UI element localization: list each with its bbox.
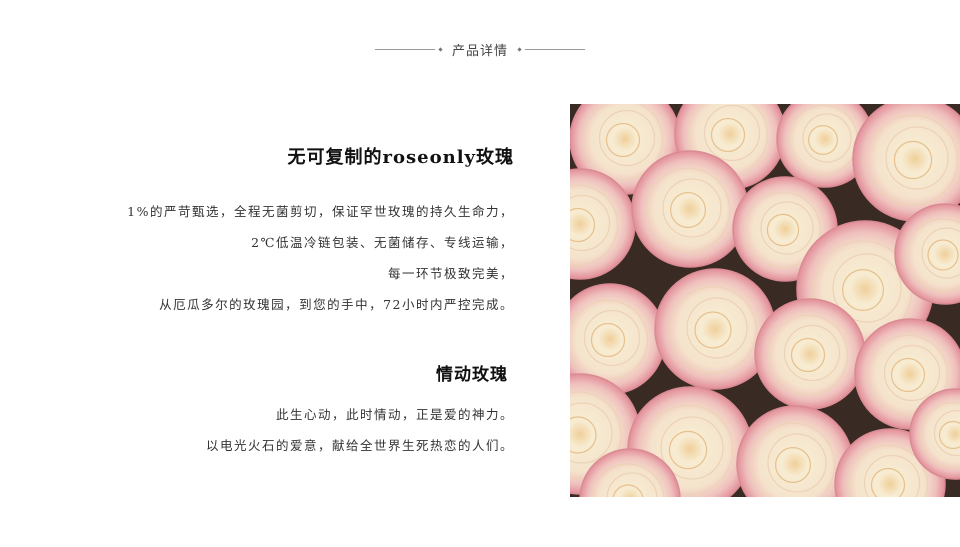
product-title: 无可复制的roseonly玫瑰 <box>287 147 514 168</box>
section-subtitle-description: 此生心动，此时情动，正是爱的神力。 以电光火石的爱意，献给全世界生死热恋的人们。 <box>60 399 514 461</box>
section-subtitle: 情动玫瑰 <box>436 365 508 385</box>
description-line: 每一环节极致完美， <box>387 266 514 281</box>
description-line: 此生心动，此时情动，正是爱的神力。 <box>275 407 514 422</box>
rose-bouquet-image <box>570 104 960 497</box>
description-line: 从厄瓜多尔的玫瑰园，到您的手中，72小时内严控完成。 <box>159 297 514 312</box>
section-header-title: 产品详情 <box>451 44 508 59</box>
rose-bouquet-photo <box>570 104 960 497</box>
header-right-line <box>525 49 585 50</box>
product-description: 1%的严苛甄选，全程无菌剪切，保证罕世玫瑰的持久生命力， 2℃低温冷链包装、无菌… <box>60 196 514 320</box>
header-left-line <box>374 49 435 50</box>
description-line: 以电光火石的爱意，献给全世界生死热恋的人们。 <box>205 438 514 453</box>
description-line: 1%的严苛甄选，全程无菌剪切，保证罕世玫瑰的持久生命力， <box>127 204 514 219</box>
rose-flower <box>631 150 749 268</box>
description-line: 2℃低温冷链包装、无菌储存、专线运输， <box>251 235 514 250</box>
section-header: 产品详情 <box>0 40 960 59</box>
diamond-icon <box>438 47 443 52</box>
rose-flower <box>754 298 866 410</box>
diamond-icon <box>517 47 522 52</box>
